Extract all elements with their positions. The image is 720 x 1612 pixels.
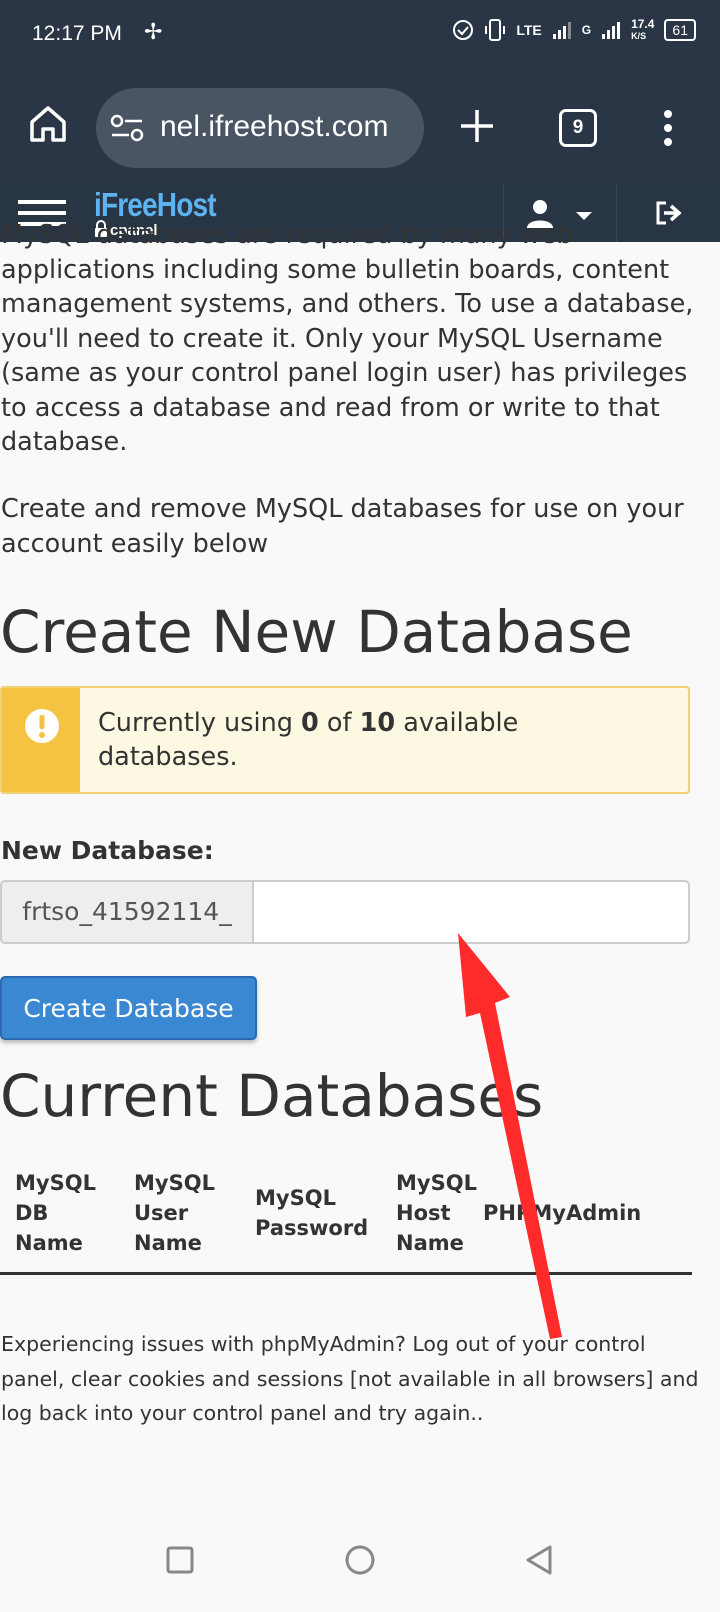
new-database-label: New Database:: [1, 836, 214, 865]
system-nav-bar: [0, 1524, 720, 1612]
create-db-heading: Create New Database: [0, 598, 633, 666]
database-prefix: frtso_41592114_: [0, 880, 254, 944]
home-nav-icon[interactable]: [340, 1540, 380, 1580]
column-phpmyadmin: PHPMyAdmin: [483, 1168, 692, 1275]
quota-alert: Currently using 0 of 10 available databa…: [0, 686, 690, 794]
lte-label: LTE: [516, 22, 542, 38]
signal-icon: [552, 22, 571, 39]
back-icon[interactable]: [520, 1540, 560, 1580]
annotation-arrow: [458, 933, 562, 1339]
databases-table: MySQL DB Name MySQL User Name MySQL Pass…: [0, 1168, 692, 1275]
vibrate-icon: [485, 19, 506, 41]
battery-icon: 61: [664, 19, 696, 41]
check-circle-icon: [453, 20, 474, 40]
create-database-button[interactable]: Create Database: [0, 976, 257, 1040]
warning-icon: [25, 709, 59, 743]
column-user-name: MySQL User Name: [119, 1168, 240, 1275]
limit-count: 10: [359, 708, 396, 738]
table-header-row: MySQL DB Name MySQL User Name MySQL Pass…: [0, 1168, 692, 1275]
more-menu-icon[interactable]: [660, 108, 676, 148]
new-tab-icon[interactable]: [455, 104, 499, 148]
phpmyadmin-help-note: Experiencing issues with phpMyAdmin? Log…: [1, 1332, 699, 1425]
current-databases-heading: Current Databases: [0, 1062, 544, 1130]
net-speed: 17.4 K/S: [631, 17, 655, 41]
status-bar: 12:17 PM ✢ LTE G 17.4 K/S 61: [0, 0, 720, 72]
url-text: nel.ifreehost.com: [160, 110, 389, 143]
intro-paragraph-2: Create and remove MySQL databases for us…: [1, 494, 684, 559]
intro-paragraph: MySQL databases are required by many web…: [1, 220, 694, 457]
tab-switcher-button[interactable]: 9: [559, 109, 597, 147]
browser-toolbar: nel.ifreehost.com 9: [0, 72, 720, 184]
site-settings-icon[interactable]: [110, 112, 144, 144]
status-indicators: LTE G 17.4 K/S 61: [452, 18, 696, 42]
status-time: 12:17 PM: [32, 22, 122, 45]
g-label: G: [581, 23, 592, 37]
address-bar[interactable]: nel.ifreehost.com: [96, 88, 424, 168]
new-database-input[interactable]: [252, 880, 690, 944]
signal-icon-2: [602, 22, 621, 39]
recent-apps-icon[interactable]: [160, 1540, 200, 1580]
alert-icon-panel: [2, 688, 80, 792]
column-password: MySQL Password: [240, 1168, 381, 1275]
new-database-input-group: frtso_41592114_: [0, 880, 690, 944]
column-db-name: MySQL DB Name: [0, 1168, 119, 1275]
used-count: 0: [301, 708, 319, 738]
pinwheel-icon: ✢: [144, 20, 163, 45]
home-icon[interactable]: [26, 102, 70, 146]
quota-text: Currently using 0 of 10 available databa…: [98, 708, 519, 772]
